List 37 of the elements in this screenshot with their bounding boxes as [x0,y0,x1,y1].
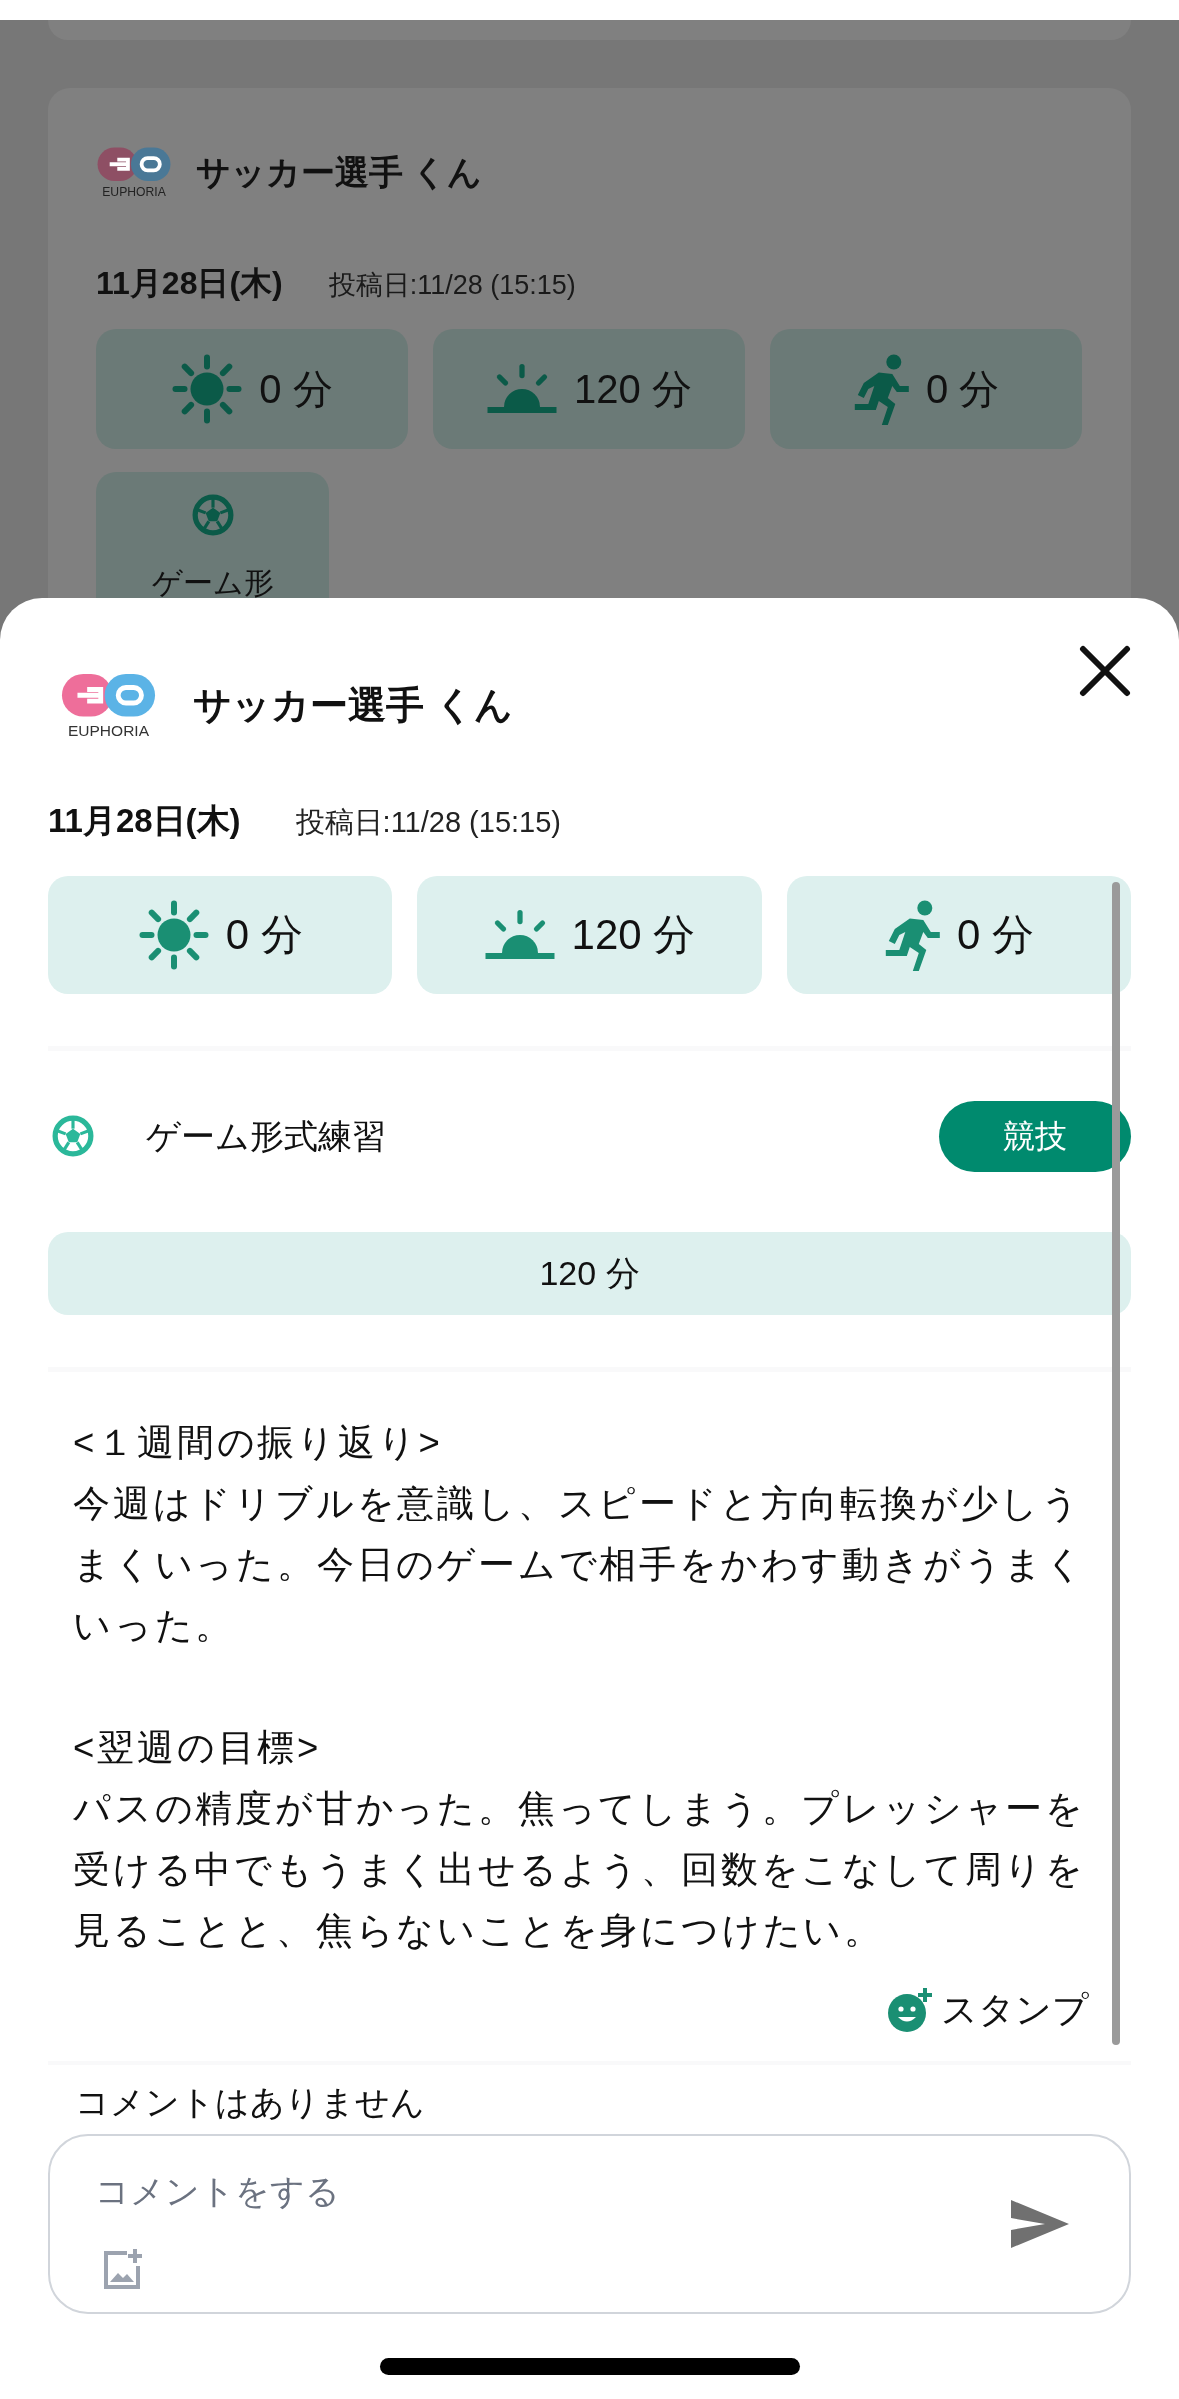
report-text: <１週間の振り返り> 今週はドリブルを意識し、スピードと方向転換が少しうまくいった。今日のゲームで相手をかわす動きがうまくいった。 <翌週の目標> パスの精度が甘かった。焦ってしまう。プレッシャーを受ける中でもうまく出せるよう、回数をこなして周りを見ることと、焦らないことを身につけたい。 [72,1420,1087,1953]
logo-icon [60,672,157,719]
close-button[interactable] [1079,645,1131,697]
sunrise-icon [486,361,559,416]
category-tag: 競技 [939,1100,1131,1172]
logo-text: EUPHORIA [102,186,166,199]
runner-icon [883,898,942,971]
duration-bar: 120 分 [48,1231,1131,1315]
runner-icon [852,352,911,425]
stat-value: 0 分 [957,910,1035,961]
posted-time: 投稿日:11/28 (15:15) [295,805,561,841]
stamp-button[interactable]: スタンプ [887,1982,1089,2037]
soccer-ball-icon [52,1115,94,1158]
author-name: サッカー選手 くん [196,151,483,193]
stat-value: 0 分 [259,365,333,413]
logo-text: EUPHORIA [67,722,149,739]
stat-value: 120 分 [574,365,692,413]
post-date: 11月28日(木) [48,801,241,842]
author-name: サッカー選手 くん [193,682,513,728]
comment-input[interactable]: コメントをする [95,2165,895,2217]
activity-name: ゲーム形式練習 [146,1115,386,1157]
sunrise-icon [483,907,556,962]
stat-value: 0 分 [926,365,1000,413]
smiley-add-icon [887,1986,933,2033]
sun-icon [137,898,210,971]
send-icon[interactable] [1011,2199,1069,2248]
no-comments-text: コメントはありません [74,2081,426,2123]
sun-icon [171,352,244,425]
add-image-icon[interactable] [101,2246,145,2291]
stat-value: 0 分 [225,910,303,961]
stat-value: 120 分 [571,910,696,961]
posted-time: 投稿日:11/28 (15:15) [328,268,576,302]
logo-icon [96,146,172,183]
soccer-ball-icon [191,493,234,536]
post-date: 11月28日(木) [96,263,283,303]
scrollbar[interactable] [1112,882,1120,2045]
activity-label: ゲーム形 [151,564,274,601]
